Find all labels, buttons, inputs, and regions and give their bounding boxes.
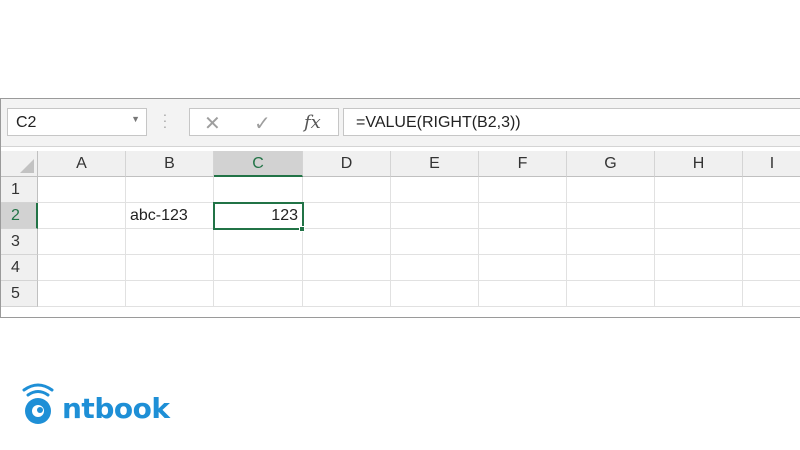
row-header-5[interactable]: 5 bbox=[1, 281, 38, 307]
cell-d4[interactable] bbox=[303, 255, 391, 281]
cell-c1[interactable] bbox=[214, 177, 303, 203]
cell-i1[interactable] bbox=[743, 177, 800, 203]
fill-handle[interactable] bbox=[299, 226, 305, 232]
cell-a4[interactable] bbox=[38, 255, 126, 281]
cell-c4[interactable] bbox=[214, 255, 303, 281]
ntbook-logo: ntbook bbox=[18, 380, 170, 428]
cell-e3[interactable] bbox=[391, 229, 479, 255]
column-header-i[interactable]: I bbox=[743, 151, 800, 177]
column-header-e[interactable]: E bbox=[391, 151, 479, 177]
cell-h3[interactable] bbox=[655, 229, 743, 255]
cell-d1[interactable] bbox=[303, 177, 391, 203]
cell-i3[interactable] bbox=[743, 229, 800, 255]
cell-g2[interactable] bbox=[567, 203, 655, 229]
cell-b1[interactable] bbox=[126, 177, 214, 203]
cell-i5[interactable] bbox=[743, 281, 800, 307]
cell-b3[interactable] bbox=[126, 229, 214, 255]
row-header-2[interactable]: 2 bbox=[1, 203, 38, 229]
cell-e2[interactable] bbox=[391, 203, 479, 229]
cell-c3[interactable] bbox=[214, 229, 303, 255]
column-header-g[interactable]: G bbox=[567, 151, 655, 177]
chevron-down-icon[interactable]: ▼ bbox=[131, 114, 140, 124]
cell-e5[interactable] bbox=[391, 281, 479, 307]
cell-a1[interactable] bbox=[38, 177, 126, 203]
cell-d3[interactable] bbox=[303, 229, 391, 255]
cell-i4[interactable] bbox=[743, 255, 800, 281]
grip-dots-icon: · · · bbox=[162, 106, 168, 134]
cell-c2[interactable]: 123 bbox=[213, 202, 304, 230]
cell-a3[interactable] bbox=[38, 229, 126, 255]
cell-e4[interactable] bbox=[391, 255, 479, 281]
cell-h1[interactable] bbox=[655, 177, 743, 203]
cell-f5[interactable] bbox=[479, 281, 567, 307]
cell-f2[interactable] bbox=[479, 203, 567, 229]
cell-f1[interactable] bbox=[479, 177, 567, 203]
cell-h5[interactable] bbox=[655, 281, 743, 307]
column-header-a[interactable]: A bbox=[38, 151, 126, 177]
cell-a2[interactable] bbox=[38, 203, 126, 229]
column-header-d[interactable]: D bbox=[303, 151, 391, 177]
check-icon[interactable]: ✓ bbox=[254, 111, 271, 136]
cell-h2[interactable] bbox=[655, 203, 743, 229]
column-header-f[interactable]: F bbox=[479, 151, 567, 177]
cell-h4[interactable] bbox=[655, 255, 743, 281]
formula-input[interactable]: =VALUE(RIGHT(B2,3)) bbox=[343, 108, 800, 136]
cell-b4[interactable] bbox=[126, 255, 214, 281]
cell-g4[interactable] bbox=[567, 255, 655, 281]
cell-g3[interactable] bbox=[567, 229, 655, 255]
x-icon[interactable]: ✕ bbox=[204, 111, 221, 136]
cell-e1[interactable] bbox=[391, 177, 479, 203]
cell-f3[interactable] bbox=[479, 229, 567, 255]
row-header-4[interactable]: 4 bbox=[1, 255, 38, 281]
row-header-3[interactable]: 3 bbox=[1, 229, 38, 255]
cell-b2[interactable]: abc-123 bbox=[126, 203, 214, 229]
column-header-h[interactable]: H bbox=[655, 151, 743, 177]
cell-d5[interactable] bbox=[303, 281, 391, 307]
cell-b5[interactable] bbox=[126, 281, 214, 307]
formula-bar: C2 ▼ · · · ✕ ✓ fx =VALUE(RIGHT(B2,3)) bbox=[1, 99, 800, 147]
logo-mark-icon bbox=[22, 383, 54, 424]
column-header-b[interactable]: B bbox=[126, 151, 214, 177]
excel-window: C2 ▼ · · · ✕ ✓ fx =VALUE(RIGHT(B2,3)) A B … bbox=[0, 98, 800, 318]
name-box[interactable]: C2 ▼ bbox=[7, 108, 147, 136]
cell-f4[interactable] bbox=[479, 255, 567, 281]
row-header-1[interactable]: 1 bbox=[1, 177, 38, 203]
worksheet-grid: A B C D E F G H I 1 2 3 4 5 abc-123 123 bbox=[1, 151, 800, 319]
insert-function-icon[interactable]: fx bbox=[304, 112, 321, 133]
cell-a5[interactable] bbox=[38, 281, 126, 307]
name-box-value: C2 bbox=[16, 114, 37, 131]
cell-g5[interactable] bbox=[567, 281, 655, 307]
logo-text: ntbook bbox=[62, 392, 170, 425]
cell-i2[interactable] bbox=[743, 203, 800, 229]
cell-g1[interactable] bbox=[567, 177, 655, 203]
column-header-c[interactable]: C bbox=[214, 151, 303, 177]
cell-d2[interactable] bbox=[303, 203, 391, 229]
select-all-corner[interactable] bbox=[1, 151, 38, 177]
cell-c5[interactable] bbox=[214, 281, 303, 307]
formula-buttons: ✕ ✓ fx bbox=[189, 108, 339, 136]
